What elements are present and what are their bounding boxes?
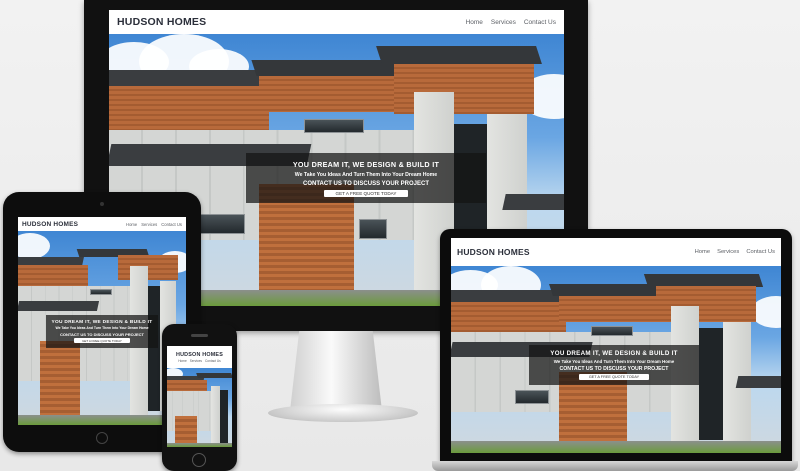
- nav-links: Home Services Contact Us: [695, 249, 775, 255]
- hero-cta-text: CONTACT US TO DISCUSS YOUR PROJECT: [59, 331, 144, 337]
- phone-speaker: [191, 334, 208, 337]
- brand-logo[interactable]: HUDSON HOMES: [22, 221, 78, 228]
- nav-links: Home Services Contact Us: [126, 222, 182, 227]
- laptop-screen: HUDSON HOMES Home Services Contact Us YO…: [451, 238, 781, 453]
- brand-logo[interactable]: HUDSON HOMES: [176, 352, 223, 358]
- responsive-mockup: HUDSON HOMES Home Services Contact Us YO…: [0, 0, 800, 471]
- phone-screen: HUDSON HOMES Home Services Contact Us: [167, 346, 232, 447]
- nav-links: Home Services Contact Us: [178, 359, 221, 363]
- nav-contact[interactable]: Contact Us: [746, 249, 775, 255]
- nav-home[interactable]: Home: [126, 222, 137, 227]
- nav-contact[interactable]: Contact Us: [161, 222, 182, 227]
- phone-home-button[interactable]: [192, 453, 206, 467]
- hero-headline: YOU DREAM IT, WE DESIGN & BUILD IT: [292, 159, 440, 169]
- hero-overlay: YOU DREAM IT, WE DESIGN & BUILD IT We Ta…: [529, 345, 699, 385]
- nav-services[interactable]: Services: [141, 222, 157, 227]
- free-quote-button[interactable]: GET A FREE QUOTE TODAY: [74, 338, 130, 344]
- hero-subline: We Take You Ideas And Turn Them Into You…: [55, 326, 149, 331]
- nav-links: Home Services Contact Us: [466, 19, 556, 26]
- phone: HUDSON HOMES Home Services Contact Us: [162, 324, 237, 471]
- nav-home[interactable]: Home: [695, 249, 710, 255]
- free-quote-button[interactable]: GET A FREE QUOTE TODAY: [578, 374, 650, 380]
- navbar: HUDSON HOMES Home Services Contact Us: [167, 346, 232, 368]
- hero-headline: YOU DREAM IT, WE DESIGN & BUILD IT: [51, 319, 153, 325]
- nav-home[interactable]: Home: [466, 19, 483, 26]
- nav-services[interactable]: Services: [190, 359, 202, 363]
- tablet-screen: HUDSON HOMES Home Services Contact Us YO…: [18, 217, 186, 425]
- hero-headline: YOU DREAM IT, WE DESIGN & BUILD IT: [550, 350, 678, 357]
- laptop-base: [432, 461, 798, 471]
- monitor-stand: [290, 331, 382, 411]
- laptop: HUDSON HOMES Home Services Contact Us YO…: [440, 229, 792, 461]
- nav-services[interactable]: Services: [717, 249, 739, 255]
- nav-contact[interactable]: Contact Us: [205, 359, 221, 363]
- hero-subline: We Take You Ideas And Turn Them Into You…: [553, 359, 675, 364]
- hero-cta-text: CONTACT US TO DISCUSS YOUR PROJECT: [559, 366, 669, 372]
- nav-contact[interactable]: Contact Us: [524, 19, 556, 26]
- hero-cta-text: CONTACT US TO DISCUSS YOUR PROJECT: [302, 180, 429, 187]
- tablet-home-button[interactable]: [96, 432, 108, 444]
- monitor-base: [268, 404, 418, 422]
- navbar: HUDSON HOMES Home Services Contact Us: [18, 217, 186, 231]
- hero-overlay: YOU DREAM IT, WE DESIGN & BUILD IT We Ta…: [246, 153, 486, 203]
- brand-logo[interactable]: HUDSON HOMES: [117, 16, 206, 28]
- navbar: HUDSON HOMES Home Services Contact Us: [451, 238, 781, 266]
- brand-logo[interactable]: HUDSON HOMES: [457, 247, 530, 257]
- free-quote-button[interactable]: GET A FREE QUOTE TODAY: [323, 189, 409, 197]
- hero-overlay: YOU DREAM IT, WE DESIGN & BUILD IT We Ta…: [46, 315, 158, 348]
- tablet-camera: [100, 202, 104, 206]
- hero-subline: We Take You Ideas And Turn Them Into You…: [294, 171, 438, 178]
- hero-house-image: [167, 368, 232, 447]
- navbar: HUDSON HOMES Home Services Contact Us: [109, 10, 564, 34]
- nav-home[interactable]: Home: [178, 359, 187, 363]
- nav-services[interactable]: Services: [491, 19, 516, 26]
